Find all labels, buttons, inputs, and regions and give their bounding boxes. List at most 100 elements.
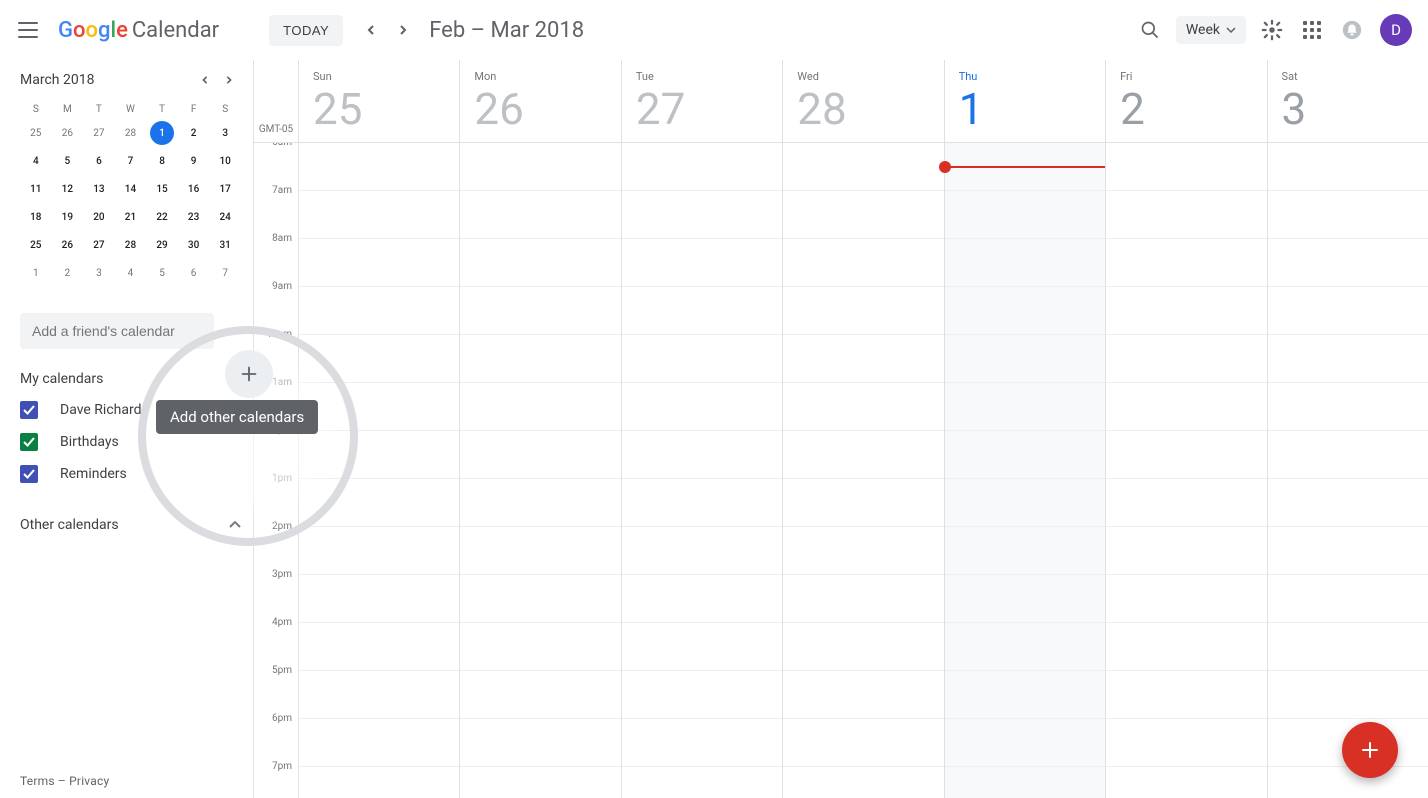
app-logo[interactable]: Google Calendar: [58, 18, 219, 43]
hour-cell[interactable]: [460, 335, 620, 383]
hour-cell[interactable]: [783, 191, 943, 239]
hour-cell[interactable]: [622, 239, 782, 287]
hour-cell[interactable]: [299, 527, 459, 575]
hour-cell[interactable]: [460, 671, 620, 719]
view-selector[interactable]: Week: [1176, 16, 1246, 44]
mini-day-cell[interactable]: 30: [178, 231, 210, 259]
hour-cell[interactable]: [299, 287, 459, 335]
mini-day-cell[interactable]: 25: [20, 231, 52, 259]
hour-cell[interactable]: [460, 719, 620, 767]
hour-cell[interactable]: [460, 527, 620, 575]
calendar-checkbox[interactable]: [20, 465, 38, 483]
day-column[interactable]: [459, 143, 620, 798]
mini-day-cell[interactable]: 11: [20, 175, 52, 203]
mini-day-cell[interactable]: 24: [209, 203, 241, 231]
mini-day-cell[interactable]: 27: [83, 231, 115, 259]
hour-cell[interactable]: [1268, 431, 1428, 479]
hour-cell[interactable]: [622, 479, 782, 527]
mini-day-cell[interactable]: 22: [146, 203, 178, 231]
hour-cell[interactable]: [945, 431, 1105, 479]
hour-cell[interactable]: [299, 431, 459, 479]
hour-cell[interactable]: [622, 287, 782, 335]
mini-day-cell[interactable]: 29: [146, 231, 178, 259]
mini-day-cell[interactable]: 21: [115, 203, 147, 231]
hour-cell[interactable]: [945, 623, 1105, 671]
hour-cell[interactable]: [783, 527, 943, 575]
hour-cell[interactable]: [1106, 623, 1266, 671]
day-header[interactable]: Wed28: [782, 60, 943, 142]
mini-day-cell[interactable]: 25: [20, 119, 52, 147]
hour-cell[interactable]: [783, 623, 943, 671]
hour-cell[interactable]: [299, 575, 459, 623]
create-event-fab[interactable]: [1342, 722, 1398, 778]
mini-day-cell[interactable]: 7: [115, 147, 147, 175]
mini-day-cell[interactable]: 5: [146, 259, 178, 287]
mini-day-cell[interactable]: 28: [115, 119, 147, 147]
hour-cell[interactable]: [299, 143, 459, 191]
mini-day-cell[interactable]: 16: [178, 175, 210, 203]
hour-cell[interactable]: [622, 575, 782, 623]
mini-day-cell[interactable]: 3: [83, 259, 115, 287]
menu-icon[interactable]: [16, 18, 40, 42]
mini-day-cell[interactable]: 6: [83, 147, 115, 175]
today-button[interactable]: TODAY: [269, 15, 343, 46]
hour-cell[interactable]: [783, 287, 943, 335]
hour-cell[interactable]: [460, 623, 620, 671]
mini-day-cell[interactable]: 19: [52, 203, 84, 231]
mini-day-cell[interactable]: 1: [20, 259, 52, 287]
hour-cell[interactable]: [622, 383, 782, 431]
hour-cell[interactable]: [1106, 527, 1266, 575]
day-column[interactable]: [782, 143, 943, 798]
calendar-checkbox[interactable]: [20, 401, 38, 419]
hour-cell[interactable]: [622, 671, 782, 719]
hour-cell[interactable]: [1106, 191, 1266, 239]
hour-cell[interactable]: [460, 239, 620, 287]
mini-day-cell[interactable]: 2: [52, 259, 84, 287]
prev-week-button[interactable]: [355, 14, 387, 46]
mini-day-cell[interactable]: 17: [209, 175, 241, 203]
mini-next-month[interactable]: [217, 68, 241, 92]
hour-cell[interactable]: [783, 383, 943, 431]
mini-day-cell[interactable]: 7: [209, 259, 241, 287]
mini-calendar[interactable]: SMTWTFS 25262728123456789101112131415161…: [20, 100, 241, 287]
hour-cell[interactable]: [1106, 671, 1266, 719]
mini-day-cell[interactable]: 12: [52, 175, 84, 203]
hour-cell[interactable]: [783, 719, 943, 767]
settings-icon[interactable]: [1252, 10, 1292, 50]
hour-cell[interactable]: [783, 239, 943, 287]
hour-cell[interactable]: [299, 479, 459, 527]
hour-cell[interactable]: [783, 335, 943, 383]
hour-cell[interactable]: [1268, 479, 1428, 527]
hour-cell[interactable]: [945, 575, 1105, 623]
hour-cell[interactable]: [783, 671, 943, 719]
hour-cell[interactable]: [783, 479, 943, 527]
mini-day-cell[interactable]: 10: [209, 147, 241, 175]
hour-cell[interactable]: [1268, 287, 1428, 335]
day-column[interactable]: [1267, 143, 1428, 798]
hour-cell[interactable]: [945, 239, 1105, 287]
hour-cell[interactable]: [1268, 335, 1428, 383]
hour-cell[interactable]: [622, 191, 782, 239]
hour-cell[interactable]: [299, 767, 459, 798]
hour-cell[interactable]: [299, 623, 459, 671]
hour-cell[interactable]: [1268, 383, 1428, 431]
hour-cell[interactable]: [1106, 335, 1266, 383]
hour-cell[interactable]: [783, 431, 943, 479]
hour-cell[interactable]: [945, 671, 1105, 719]
calendar-item[interactable]: Birthdays: [20, 433, 241, 451]
account-avatar[interactable]: D: [1380, 14, 1412, 46]
hour-cell[interactable]: [622, 335, 782, 383]
hour-cell[interactable]: [622, 623, 782, 671]
mini-day-cell[interactable]: 18: [20, 203, 52, 231]
hour-cell[interactable]: [945, 479, 1105, 527]
day-column[interactable]: [621, 143, 782, 798]
mini-prev-month[interactable]: [193, 68, 217, 92]
hour-cell[interactable]: [1106, 575, 1266, 623]
hour-cell[interactable]: [1268, 191, 1428, 239]
day-header[interactable]: Fri2: [1105, 60, 1266, 142]
hour-cell[interactable]: [1106, 431, 1266, 479]
hour-cell[interactable]: [1268, 623, 1428, 671]
mini-day-cell[interactable]: 26: [52, 231, 84, 259]
day-column[interactable]: [298, 143, 459, 798]
day-column[interactable]: [1105, 143, 1266, 798]
